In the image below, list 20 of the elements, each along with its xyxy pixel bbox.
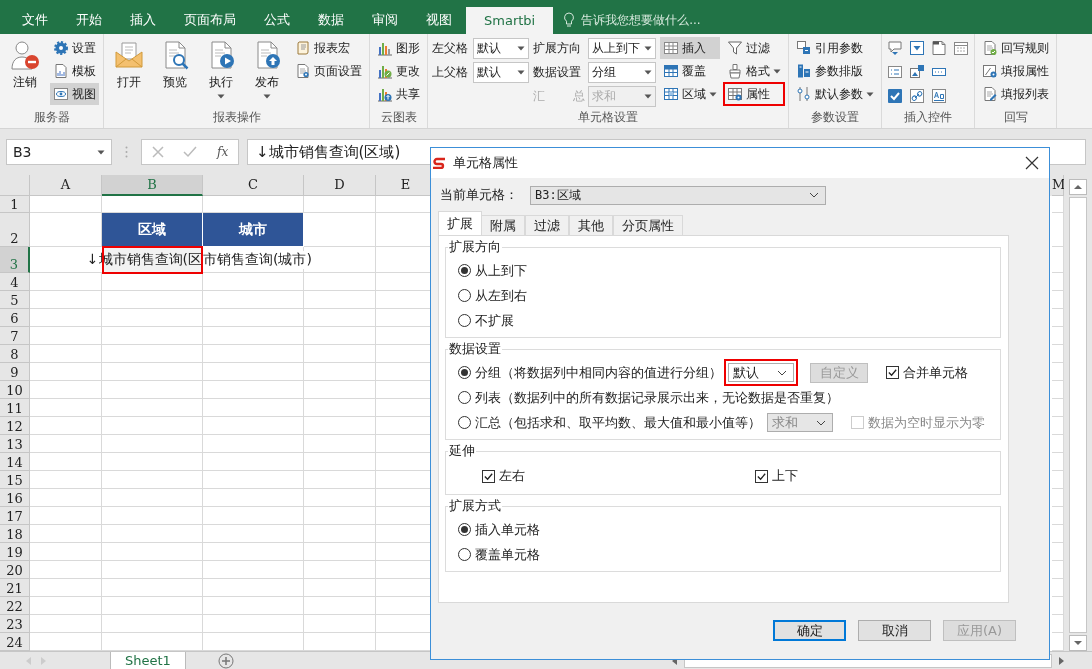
section-title: 扩展方式 <box>448 497 502 515</box>
section-title: 扩展方向 <box>448 238 502 256</box>
group-label: 单元格设置 <box>577 109 639 126</box>
group-label: 参数设置 <box>810 109 860 126</box>
cell-text: 城市 <box>239 220 267 239</box>
field-label: 左父格 <box>432 40 469 57</box>
group-label: 插入控件 <box>903 109 953 126</box>
field-label: 上父格 <box>432 64 469 81</box>
field-label: 数据设置 <box>533 64 582 81</box>
cell-text: 区域 <box>138 220 166 239</box>
dialog-title: 单元格属性 <box>453 154 519 172</box>
section-title: 数据设置 <box>448 340 502 358</box>
group-label: 服务器 <box>32 109 71 126</box>
field-label: 汇 总 <box>533 88 585 105</box>
field-label: 扩展方向 <box>533 40 582 57</box>
group-label: 报表操作 <box>211 109 262 126</box>
section-title: 延伸 <box>448 442 476 460</box>
field-label: 当前单元格： <box>440 186 518 204</box>
group-label: 回写 <box>1002 109 1029 126</box>
group-label: 云图表 <box>379 109 418 126</box>
